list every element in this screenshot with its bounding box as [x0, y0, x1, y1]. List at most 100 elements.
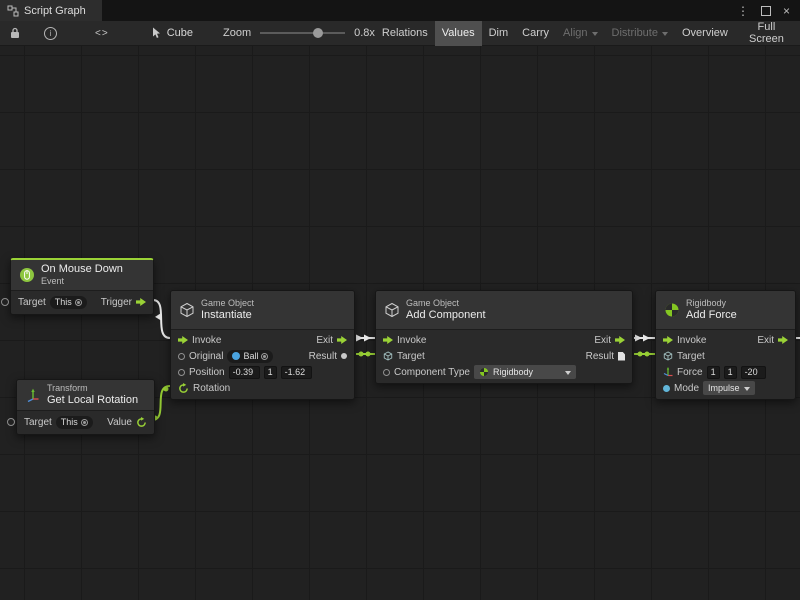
- mode-input-port[interactable]: [663, 385, 670, 392]
- menu-icon[interactable]: ⋮: [737, 4, 749, 18]
- target-input-port[interactable]: [7, 418, 15, 426]
- object-picker-icon[interactable]: [75, 299, 82, 306]
- force-z-input[interactable]: [741, 366, 766, 379]
- chevron-down-icon: [592, 32, 598, 36]
- fullscreen-button[interactable]: Full Screen: [735, 21, 798, 46]
- transform-icon: [25, 387, 41, 403]
- values-button[interactable]: Values: [435, 21, 482, 46]
- rotation-output-port[interactable]: [136, 417, 147, 428]
- overview-button[interactable]: Overview: [675, 21, 735, 46]
- selection-label: Cube: [167, 27, 193, 39]
- object-picker-icon[interactable]: [261, 353, 268, 360]
- component-type-input-port[interactable]: [383, 369, 390, 376]
- align-button[interactable]: Align: [556, 21, 604, 46]
- node-category: Transform: [47, 383, 138, 394]
- data-dot-icon: [366, 352, 371, 357]
- ball-object-field[interactable]: Ball: [227, 350, 273, 363]
- trigger-output-port[interactable]: [136, 298, 146, 306]
- invoke-input-port[interactable]: [178, 336, 188, 344]
- dropdown-value: Impulse: [708, 383, 740, 393]
- value-label: Value: [107, 417, 132, 428]
- result-label: Result: [586, 351, 614, 362]
- object-field-value: This: [61, 417, 78, 427]
- port-row: Invoke Exit: [171, 332, 354, 348]
- window-controls: ⋮ ×: [737, 4, 800, 18]
- graph-canvas[interactable]: On Mouse Down Event Target This Trigger: [0, 46, 800, 600]
- zoom-slider-handle[interactable]: [313, 28, 323, 38]
- node-subtitle: Event: [41, 276, 123, 287]
- info-icon[interactable]: i: [36, 27, 65, 40]
- result-output-port[interactable]: [618, 352, 625, 361]
- force-x-input[interactable]: [707, 366, 720, 379]
- exit-label: Exit: [757, 335, 774, 346]
- force-y-input[interactable]: [724, 366, 737, 379]
- maximize-icon[interactable]: [761, 6, 771, 16]
- invoke-label: Invoke: [677, 335, 706, 346]
- component-type-dropdown[interactable]: Rigidbody: [474, 365, 576, 379]
- mode-dropdown[interactable]: Impulse: [703, 381, 755, 395]
- port-row: Target This Value: [17, 413, 154, 431]
- invoke-label: Invoke: [397, 335, 426, 346]
- port-row: Original Ball Result: [171, 348, 354, 364]
- zoom-slider[interactable]: [260, 27, 345, 39]
- node-add-force[interactable]: Rigidbody Add Force Invoke Exit Targe: [655, 290, 796, 400]
- object-field-value: Ball: [243, 351, 258, 361]
- node-add-component[interactable]: Game Object Add Component Invoke Exit: [375, 290, 633, 384]
- close-icon[interactable]: ×: [783, 4, 790, 18]
- node-header: Game Object Add Component: [376, 291, 632, 330]
- port-row: Rotation: [171, 380, 354, 396]
- node-category: Game Object: [201, 298, 254, 309]
- this-object-field[interactable]: This: [56, 416, 93, 429]
- port-row: Target: [656, 348, 795, 364]
- position-x-input[interactable]: [229, 366, 260, 379]
- tab-title: Script Graph: [24, 5, 86, 17]
- port-row: Force: [656, 364, 795, 380]
- node-get-local-rotation[interactable]: Transform Get Local Rotation Target This…: [16, 379, 155, 435]
- cursor-icon: [151, 27, 162, 39]
- exit-output-port[interactable]: [337, 336, 347, 344]
- relations-button[interactable]: Relations: [375, 21, 435, 46]
- position-input-port[interactable]: [178, 369, 185, 376]
- lock-icon[interactable]: [2, 27, 28, 39]
- zoom-value: 0.8x: [354, 27, 375, 39]
- node-header: On Mouse Down Event: [11, 260, 153, 291]
- port-row: Invoke Exit: [376, 332, 632, 348]
- rotation-input-port[interactable]: [178, 383, 189, 394]
- target-input-port[interactable]: [383, 351, 393, 361]
- port-row: Target Result: [376, 348, 632, 364]
- carry-button[interactable]: Carry: [515, 21, 556, 46]
- invoke-input-port[interactable]: [663, 336, 673, 344]
- position-z-input[interactable]: [281, 366, 312, 379]
- node-header: Transform Get Local Rotation: [17, 380, 154, 411]
- graph-toolbar: i <> Cube Zoom 0.8x Relations Values Dim…: [0, 21, 800, 46]
- target-input-port[interactable]: [663, 351, 673, 361]
- target-label: Target: [24, 417, 52, 428]
- dim-button[interactable]: Dim: [482, 21, 516, 46]
- node-on-mouse-down[interactable]: On Mouse Down Event Target This Trigger: [10, 258, 154, 315]
- node-header: Rigidbody Add Force: [656, 291, 795, 330]
- this-object-field[interactable]: This: [50, 296, 87, 309]
- distribute-label: Distribute: [612, 27, 658, 39]
- original-input-port[interactable]: [178, 353, 185, 360]
- game-object-cube-icon: [179, 302, 195, 318]
- code-icon[interactable]: <>: [87, 28, 117, 39]
- exit-output-port[interactable]: [615, 336, 625, 344]
- position-y-input[interactable]: [264, 366, 277, 379]
- exit-output-port[interactable]: [778, 336, 788, 344]
- game-object-cube-icon: [384, 302, 400, 318]
- rigidbody-icon: [664, 302, 680, 318]
- invoke-input-port[interactable]: [383, 336, 393, 344]
- target-label: Target: [677, 351, 705, 362]
- target-input-port[interactable]: [1, 298, 9, 306]
- node-instantiate[interactable]: Game Object Instantiate Invoke Exit Orig…: [170, 290, 355, 400]
- object-picker-icon[interactable]: [81, 419, 88, 426]
- chevron-down-icon: [565, 371, 571, 375]
- selection-indicator: Cube: [151, 27, 193, 39]
- flow-arrow-icon: [643, 335, 650, 342]
- force-vector-input-port[interactable]: [663, 367, 673, 377]
- data-dot-icon: [164, 387, 169, 392]
- tab-script-graph[interactable]: Script Graph: [0, 0, 102, 21]
- distribute-button[interactable]: Distribute: [605, 21, 675, 46]
- chevron-down-icon: [662, 32, 668, 36]
- result-output-port[interactable]: [341, 353, 347, 359]
